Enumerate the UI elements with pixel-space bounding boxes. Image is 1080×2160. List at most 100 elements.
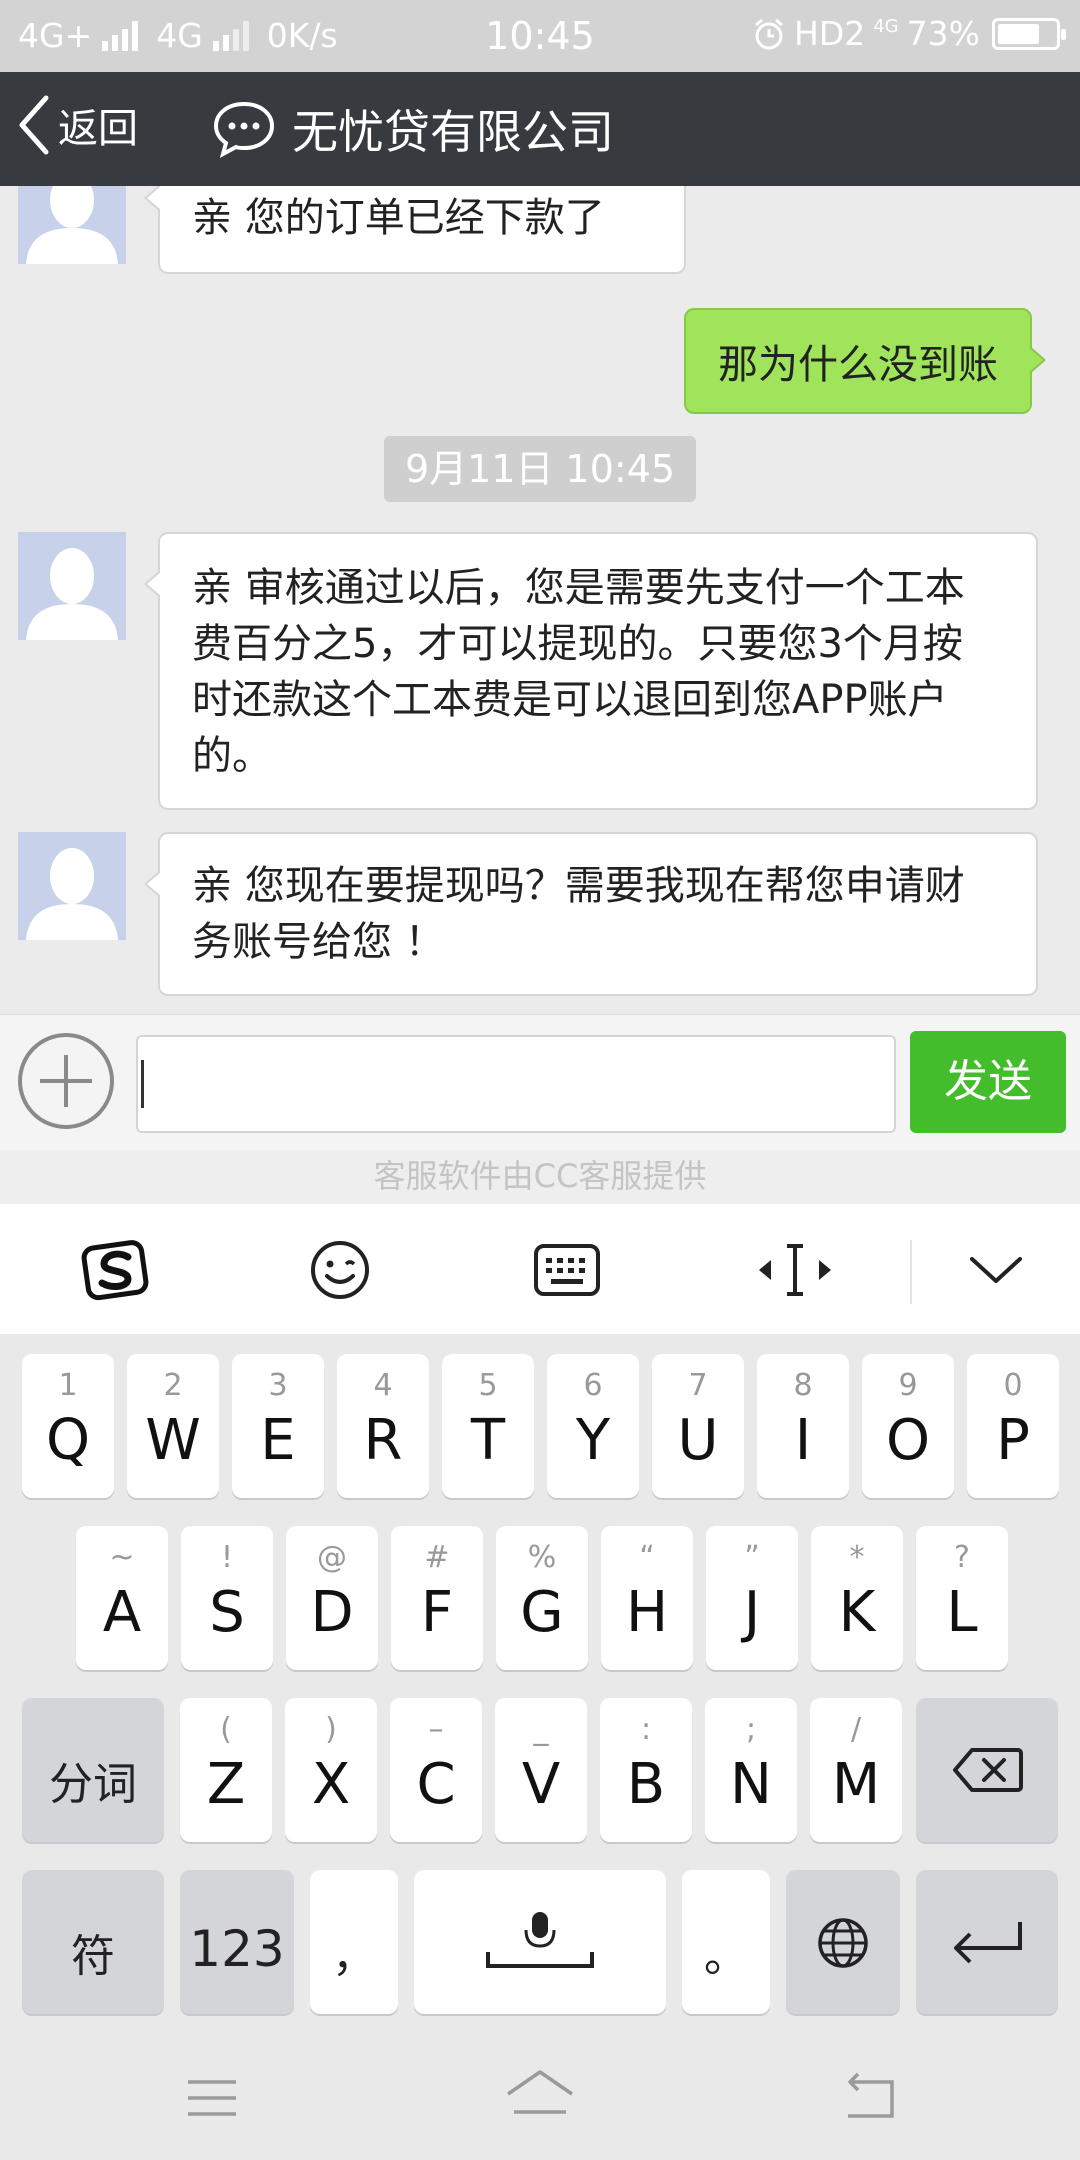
key-hint: “ [639,1540,655,1575]
key-hint: _ [533,1712,549,1747]
key-letter: B [626,1752,666,1817]
key-w[interactable]: 2W [127,1354,219,1498]
period-key[interactable]: 。 [682,1870,770,2014]
comma-key[interactable]: ， [310,1870,398,2014]
message-input[interactable] [136,1035,896,1133]
system-navigation-bar [0,2034,1080,2160]
symbols-key[interactable]: 符 [22,1870,164,2014]
keyboard-icon[interactable] [528,1234,606,1306]
text-caret [141,1060,144,1108]
key-letter: U [677,1408,719,1473]
enter-icon [954,1922,1022,1964]
key-l[interactable]: ? L [916,1526,1008,1670]
key-i[interactable]: 8I [757,1354,849,1498]
avatar[interactable] [18,532,126,640]
key-m[interactable]: / M [810,1698,902,1842]
key-h[interactable]: “H [601,1526,693,1670]
message-text: 亲 您的订单已经下款了 [192,195,605,241]
key-a[interactable]: ~ A [76,1526,168,1670]
key-f[interactable]: # F [391,1526,483,1670]
key-letter: J [743,1580,761,1645]
key-n[interactable]: ; N [705,1698,797,1842]
key-hint: @ [317,1540,347,1575]
key-hint: – [428,1712,444,1747]
key-letter: V [521,1752,561,1817]
alarm-icon [755,18,783,49]
message-bubble[interactable]: 亲 您现在要提现吗？需要我现在帮您申请财务账号给您 ！ [144,832,1038,996]
key-letter: F [420,1580,454,1645]
key-y[interactable]: 6Y [547,1354,639,1498]
key-k[interactable]: * K [811,1526,903,1670]
key-hint: 0 [1003,1368,1023,1403]
key-r[interactable]: 4R [337,1354,429,1498]
message-bubble[interactable]: 亲 您的订单已经下款了 [144,186,686,274]
key-letter: K [838,1580,876,1645]
key-e[interactable]: 3E [232,1354,324,1498]
key-j[interactable]: ” J [706,1526,798,1670]
toolbar-divider [910,1240,912,1304]
hd-label: HD2 [794,14,866,53]
key-d[interactable]: @ D [286,1526,378,1670]
language-key[interactable] [786,1870,900,2014]
chevron-down-icon[interactable] [960,1234,1032,1306]
key-g[interactable]: % G [496,1526,588,1670]
key-q[interactable]: 1Q [22,1354,114,1498]
message-bubble[interactable]: 亲 审核通过以后，您是需要先支付一个工本费百分之5，才可以提现的。只要您3个月按… [144,532,1038,810]
numbers-key[interactable]: 123 [180,1870,294,2014]
chat-messages[interactable]: 亲 您的订单已经下款了 那为什么没到账 9月11日 10:45 亲 审核通过以后… [0,186,1080,1014]
space-key[interactable] [414,1870,666,2014]
key-t[interactable]: 5T [442,1354,534,1498]
key-hint: ” [744,1540,760,1575]
key-z[interactable]: (Z [180,1698,272,1842]
key-letter: S [209,1580,245,1645]
key-v[interactable]: _ V [495,1698,587,1842]
key-hint: ) [325,1712,337,1747]
page-title: 无忧贷有限公司 [292,105,614,159]
add-attachment-button[interactable] [18,1033,114,1129]
chat-title: 无忧贷有限公司 [212,96,614,162]
message-bubble-sent[interactable]: 那为什么没到账 [684,308,1046,414]
key-hint: 2 [163,1368,183,1403]
back-label: 返回 [58,106,138,152]
title-bar: 返回 无忧贷有限公司 [0,72,1080,186]
emoji-icon[interactable] [300,1234,380,1306]
enter-key[interactable] [916,1870,1058,2014]
key-letter: X [311,1752,351,1817]
message-text: 亲 您现在要提现吗？需要我现在帮您申请财务账号给您 ！ [192,863,965,965]
menu-icon[interactable] [184,2076,240,2120]
key-p[interactable]: 0P [967,1354,1059,1498]
backspace-key[interactable] [916,1698,1058,1842]
avatar[interactable] [18,186,126,264]
back-icon[interactable] [840,2072,900,2122]
key-x[interactable]: ) X [285,1698,377,1842]
key-o[interactable]: 9O [862,1354,954,1498]
back-button[interactable]: 返回 [16,94,138,156]
globe-icon [818,1918,868,1968]
avatar[interactable] [18,832,126,940]
send-button[interactable]: 发送 [910,1031,1066,1133]
key-hint: % [527,1540,557,1575]
numbers-key-label: 123 [189,1920,285,1978]
key-letter: R [363,1408,403,1473]
backspace-icon [953,1748,1023,1792]
provider-note: 客服软件由CC客服提供 [0,1150,1080,1204]
key-hint: ? [954,1540,970,1575]
key-s[interactable]: ! S [181,1526,273,1670]
key-letter: E [260,1408,296,1473]
key-u[interactable]: 7U [652,1354,744,1498]
key-b[interactable]: :B [600,1698,692,1842]
sogou-logo-icon[interactable] [74,1234,158,1306]
key-letter: W [145,1408,201,1473]
key-letter: L [946,1580,978,1645]
chat-bubble-icon [213,101,275,158]
key-letter: G [520,1580,564,1645]
key-hint: * [849,1540,865,1575]
key-c[interactable]: – C [390,1698,482,1842]
battery-icon [992,17,1066,50]
fenci-key[interactable]: 分词 [22,1698,164,1842]
home-icon[interactable] [504,2068,576,2126]
key-letter: A [102,1580,142,1645]
cursor-move-icon[interactable] [750,1234,840,1306]
key-hint: 7 [688,1368,708,1403]
key-letter: Y [575,1408,611,1473]
